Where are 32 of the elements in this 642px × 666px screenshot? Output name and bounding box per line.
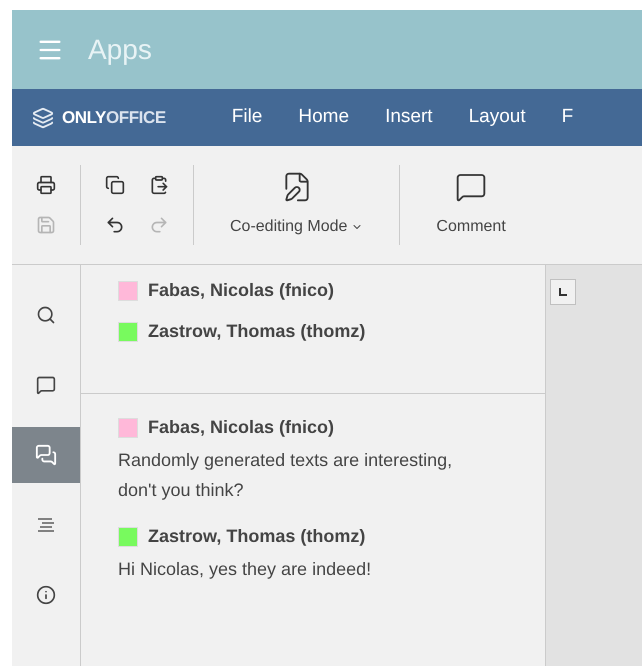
info-icon <box>36 585 56 605</box>
app-title: Apps <box>88 32 152 67</box>
comment-icon <box>455 171 488 203</box>
co-editing-button[interactable]: Co-editing Mode <box>194 171 400 239</box>
undo-icon <box>105 215 125 235</box>
paste-icon <box>149 175 169 195</box>
menu-tab[interactable]: Home <box>280 89 368 146</box>
menu-tab[interactable]: File <box>214 89 280 146</box>
menu-tab[interactable]: F <box>544 89 592 146</box>
menu-tab[interactable]: Layout <box>450 89 544 146</box>
logo: ONLYOFFICE <box>62 106 166 129</box>
save-icon <box>36 215 56 235</box>
message-text: Randomly generated texts are interesting, don't you think? <box>118 449 454 502</box>
message-author: Zastrow, Thomas (thomz) <box>148 525 366 548</box>
search-icon <box>36 305 56 325</box>
chat-sidebar-button[interactable] <box>12 427 80 483</box>
menu-tab[interactable]: Insert <box>367 89 451 146</box>
print-icon <box>36 175 56 195</box>
chat-icon <box>35 444 57 466</box>
copy-icon <box>105 175 125 195</box>
user-name: Fabas, Nicolas (fnico) <box>148 279 334 302</box>
copy-button[interactable] <box>103 173 127 197</box>
message-author: Fabas, Nicolas (fnico) <box>148 416 334 439</box>
navigation-icon <box>36 517 56 533</box>
redo-icon <box>149 215 169 235</box>
user-name: Zastrow, Thomas (thomz) <box>148 320 366 343</box>
comment-button[interactable]: Comment <box>400 171 542 239</box>
message-text: Hi Nicolas, yes they are indeed! <box>118 558 372 581</box>
print-button[interactable] <box>34 173 58 197</box>
comment-icon <box>36 375 56 395</box>
logo-icon <box>32 106 54 128</box>
tab-stop-icon <box>558 287 568 297</box>
